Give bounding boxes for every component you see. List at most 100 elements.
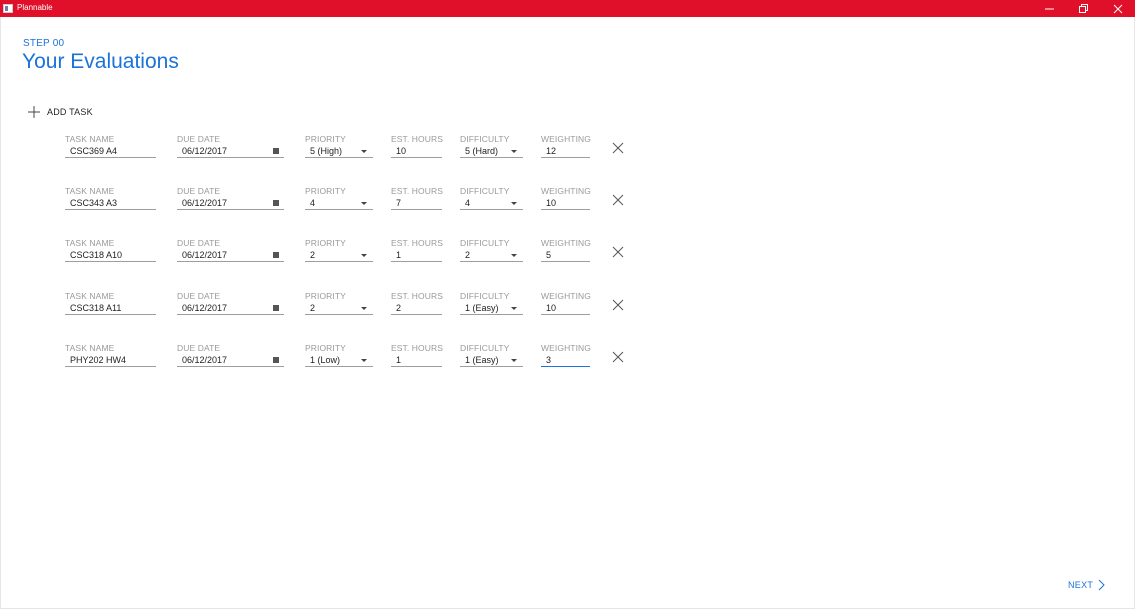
remove-task-button[interactable] [612,350,624,363]
priority-select[interactable]: 2 [305,301,373,315]
est-hours-input[interactable]: 10 [391,144,442,158]
calendar-icon[interactable] [273,357,279,363]
difficulty-select[interactable]: 4 [460,196,523,210]
task-name-value: PHY202 HW4 [70,355,127,365]
weighting-field: WEIGHTING 10 [541,291,592,321]
difficulty-field: DIFFICULTY 1 (Easy) [460,291,523,321]
est-hours-input[interactable]: 1 [391,353,442,367]
minimize-icon [1045,8,1054,10]
dropdown-arrow-icon[interactable] [511,150,517,153]
calendar-icon[interactable] [273,148,279,154]
task-row: TASK NAME PHY202 HW4 DUE DATE 06/12/2017 PRI… [0,343,1135,383]
due-date-input[interactable]: 06/12/2017 [177,301,284,315]
due-date-label: DUE DATE [177,291,221,301]
calendar-icon[interactable] [273,200,279,206]
priority-field: PRIORITY 5 (High) [305,134,373,164]
difficulty-label: DIFFICULTY [460,134,510,144]
est-hours-input[interactable]: 1 [391,248,442,262]
remove-task-button[interactable] [612,245,624,258]
dropdown-arrow-icon[interactable] [361,359,367,362]
difficulty-field: DIFFICULTY 1 (Easy) [460,343,523,373]
weighting-input[interactable]: 3 [541,353,590,367]
priority-value: 2 [310,303,316,313]
due-date-input[interactable]: 06/12/2017 [177,144,284,158]
task-name-input[interactable]: PHY202 HW4 [65,353,156,367]
priority-value: 1 (Low) [310,355,341,365]
close-icon [612,351,624,363]
dropdown-arrow-icon[interactable] [361,150,367,153]
dropdown-arrow-icon[interactable] [511,254,517,257]
est-hours-field: EST. HOURS 2 [391,291,443,321]
est-hours-value: 7 [396,198,402,208]
weighting-input[interactable]: 12 [541,144,590,158]
priority-select[interactable]: 1 (Low) [305,353,373,367]
dropdown-arrow-icon[interactable] [511,359,517,362]
est-hours-value: 2 [396,303,402,313]
task-name-value: CSC369 A4 [70,146,118,156]
dropdown-arrow-icon[interactable] [361,254,367,257]
remove-task-button[interactable] [612,193,624,206]
due-date-field: DUE DATE 06/12/2017 [177,238,284,268]
priority-field: PRIORITY 2 [305,291,373,321]
window-title: Plannable [17,3,53,12]
restore-button[interactable] [1067,0,1101,17]
due-date-value: 06/12/2017 [182,146,228,156]
difficulty-value: 5 (Hard) [465,146,499,156]
remove-task-button[interactable] [612,141,624,154]
step-label: STEP 00 [23,38,65,49]
task-name-label: TASK NAME [65,238,115,248]
task-name-label: TASK NAME [65,291,115,301]
due-date-value: 06/12/2017 [182,250,228,260]
task-row: TASK NAME CSC318 A11 DUE DATE 06/12/2017 PRI… [0,291,1135,331]
est-hours-value: 10 [396,146,407,156]
weighting-field: WEIGHTING 10 [541,186,591,216]
est-hours-value: 1 [396,250,402,260]
weighting-input[interactable]: 10 [541,196,590,210]
priority-select[interactable]: 5 (High) [305,144,373,158]
close-window-button[interactable] [1101,0,1135,17]
due-date-input[interactable]: 06/12/2017 [177,196,284,210]
task-name-input[interactable]: CSC318 A10 [65,248,156,262]
dropdown-arrow-icon[interactable] [361,307,367,310]
priority-value: 4 [310,198,316,208]
est-hours-label: EST. HOURS [391,343,444,353]
weighting-input[interactable]: 10 [541,301,590,315]
task-row: TASK NAME CSC343 A3 DUE DATE 06/12/2017 PRIO… [0,186,1135,226]
weighting-value: 10 [546,303,557,313]
calendar-icon[interactable] [273,305,279,311]
dropdown-arrow-icon[interactable] [511,202,517,205]
priority-select[interactable]: 4 [305,196,373,210]
dropdown-arrow-icon[interactable] [361,202,367,205]
weighting-label: WEIGHTING [541,291,592,301]
priority-select[interactable]: 2 [305,248,373,262]
task-name-input[interactable]: CSC318 A11 [65,301,156,315]
task-name-label: TASK NAME [65,343,115,353]
difficulty-select[interactable]: 2 [460,248,523,262]
weighting-value: 3 [546,355,552,365]
difficulty-field: DIFFICULTY 2 [460,238,523,268]
weighting-input[interactable]: 5 [541,248,590,262]
calendar-icon[interactable] [273,252,279,258]
minimize-button[interactable] [1033,0,1067,17]
dropdown-arrow-icon[interactable] [511,307,517,310]
task-name-value: CSC343 A3 [70,198,118,208]
next-button[interactable]: NEXT [1068,578,1105,592]
weighting-value: 10 [546,198,557,208]
due-date-input[interactable]: 06/12/2017 [177,248,284,262]
next-label: NEXT [1068,580,1094,590]
difficulty-label: DIFFICULTY [460,343,510,353]
task-name-input[interactable]: CSC343 A3 [65,196,156,210]
remove-task-button[interactable] [612,298,624,311]
task-name-input[interactable]: CSC369 A4 [65,144,156,158]
priority-field: PRIORITY 1 (Low) [305,343,373,373]
due-date-input[interactable]: 06/12/2017 [177,353,284,367]
difficulty-select[interactable]: 1 (Easy) [460,301,523,315]
add-task-button[interactable]: ADD TASK [28,104,93,120]
weighting-field: WEIGHTING 5 [541,238,591,268]
est-hours-input[interactable]: 7 [391,196,442,210]
difficulty-select[interactable]: 1 (Easy) [460,353,523,367]
priority-label: PRIORITY [305,238,346,248]
est-hours-input[interactable]: 2 [391,301,442,315]
task-row: TASK NAME CSC318 A10 DUE DATE 06/12/2017 PRI… [0,238,1135,278]
difficulty-select[interactable]: 5 (Hard) [460,144,523,158]
